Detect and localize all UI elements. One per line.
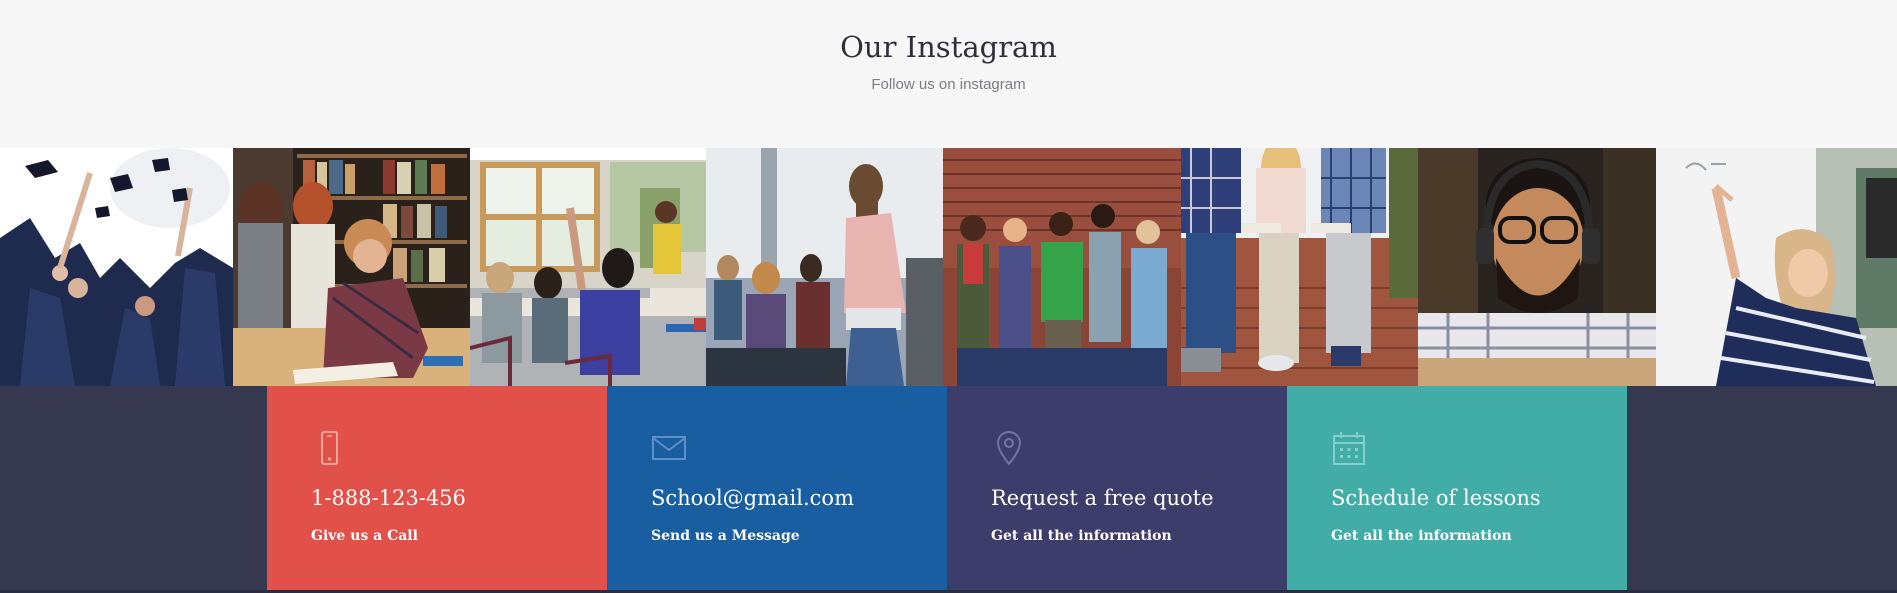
instagram-photo-sitting[interactable]: [1181, 148, 1418, 386]
envelope-icon: [649, 428, 689, 468]
instagram-photo-library[interactable]: [233, 148, 470, 386]
instagram-photo-headphones[interactable]: [1418, 148, 1656, 386]
instagram-header: Our Instagram Follow us on instagram: [0, 0, 1897, 148]
section-title: Our Instagram: [840, 30, 1057, 64]
contact-card-quote[interactable]: Request a free quote Get all the informa…: [947, 386, 1287, 590]
contact-schedule-label: Get all the information: [1331, 528, 1512, 544]
contact-email-label: Send us a Message: [651, 528, 800, 544]
section-subtitle: Follow us on instagram: [871, 76, 1026, 93]
phone-icon: [309, 428, 349, 468]
instagram-photo-brick-wall[interactable]: [943, 148, 1181, 386]
contact-card-schedule[interactable]: Schedule of lessons Get all the informat…: [1287, 386, 1627, 590]
contact-strip: 1-888-123-456 Give us a Call School@gmai…: [0, 386, 1897, 593]
map-pin-icon: [989, 428, 1029, 468]
instagram-photo-graduation[interactable]: [0, 148, 233, 386]
contact-email-address: School@gmail.com: [651, 486, 854, 510]
contact-card-phone[interactable]: 1-888-123-456 Give us a Call: [267, 386, 607, 590]
contact-schedule-title: Schedule of lessons: [1331, 486, 1541, 510]
instagram-photo-seminar[interactable]: [706, 148, 943, 386]
contact-quote-title: Request a free quote: [991, 486, 1214, 510]
contact-quote-label: Get all the information: [991, 528, 1172, 544]
contact-phone-number: 1-888-123-456: [311, 486, 466, 510]
calendar-icon: [1329, 428, 1369, 468]
instagram-photo-whiteboard[interactable]: [1656, 148, 1897, 386]
contact-card-email[interactable]: School@gmail.com Send us a Message: [607, 386, 947, 590]
instagram-gallery: [0, 148, 1897, 386]
contact-phone-label: Give us a Call: [311, 528, 418, 544]
instagram-photo-classroom[interactable]: [470, 148, 706, 386]
